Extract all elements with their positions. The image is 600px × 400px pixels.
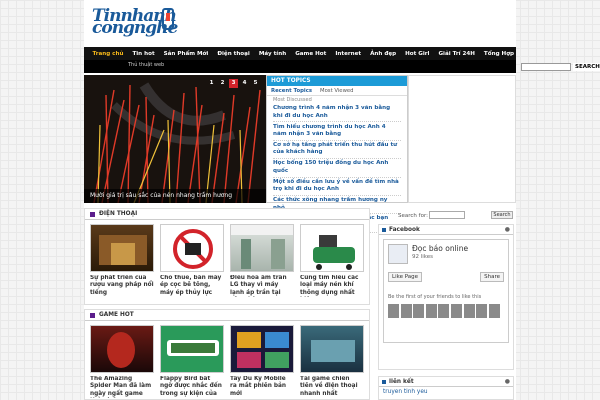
article-title[interactable]: Cùng tìm hiểu các loại máy nén khí thông… [300, 275, 364, 297]
slider-page-1[interactable]: 1 [207, 79, 216, 88]
avatar[interactable] [388, 304, 399, 318]
avatar[interactable] [425, 304, 437, 318]
subnav-item[interactable]: Thủ thuật web [128, 62, 164, 68]
right-ad-panel [408, 75, 516, 203]
page-likes: 92 likes [412, 254, 434, 260]
article-thumbnail[interactable] [160, 224, 224, 272]
page-logo[interactable] [388, 244, 408, 264]
sidebar-search-input[interactable] [429, 211, 465, 219]
list-item[interactable]: Học bổng 150 triệu đồng du học Anh quốc [273, 159, 401, 178]
hot-topics-title: HOT TOPICS [267, 76, 407, 86]
article-title[interactable]: Điều hòa âm trần LG thay vì máy lạnh áp … [230, 275, 294, 297]
article-card[interactable]: Tải game chiến tiên về điện thoại nhanh … [298, 325, 366, 398]
avatar[interactable] [450, 304, 462, 318]
article-card[interactable]: Flappy Bird bất ngờ được nhắc đến trong … [158, 325, 226, 398]
nav-internet[interactable]: Internet [335, 51, 361, 57]
article-title[interactable]: The Amazing Spider Man đã làm ngày ngất … [90, 376, 154, 398]
slider-image [84, 75, 266, 203]
section-dien-thoai: ĐIỆN THOẠI Sự phát triển của rượu vang p… [84, 208, 370, 305]
article-card[interactable]: Điều hòa âm trần LG thay vì máy lạnh áp … [228, 224, 296, 297]
article-card[interactable]: The Amazing Spider Man đã làm ngày ngất … [88, 325, 156, 398]
list-item[interactable]: Cơ sở hạ tầng phát triển thu hút đầu tư … [273, 141, 401, 160]
article-title[interactable]: Tây Du Ký Mobile ra mắt phiên bản mới [230, 376, 294, 398]
links-widget: liên kết ● truyen tinh yeu [378, 376, 514, 400]
search-label: Search for: [398, 213, 428, 219]
main-nav: Trang chủ Tin hot Sản Phẩm Mới Điện thoạ… [84, 47, 516, 60]
featured-slider[interactable]: 1 2 3 4 5 Mười giá trị sâu sắc của nén n… [84, 75, 266, 203]
list-item[interactable]: Tìm hiểu chương trình du học Anh 4 năm n… [273, 122, 401, 141]
close-icon[interactable]: ● [505, 225, 510, 235]
nav-game-hot[interactable]: Game Hot [295, 51, 326, 57]
list-item[interactable]: Chương trình 4 năm nhận 3 văn bằng khi đ… [273, 104, 401, 123]
slider-page-5[interactable]: 5 [251, 79, 260, 88]
nav-home[interactable]: Trang chủ [93, 51, 124, 57]
section-game-hot: GAME HOT The Amazing Spider Man đã làm n… [84, 309, 370, 400]
sidebar-search: Search for: Search [376, 210, 516, 221]
avatar[interactable] [488, 304, 500, 318]
link-item[interactable]: truyen tinh yeu [379, 387, 513, 397]
avatar[interactable] [413, 304, 425, 318]
article-thumbnail[interactable] [230, 224, 294, 272]
hot-topics-box: HOT TOPICS Recent Topics Most Viewed Mos… [266, 75, 408, 233]
slider-page-2[interactable]: 2 [218, 79, 227, 88]
tab-most-discussed[interactable]: Most Discussed [267, 96, 407, 104]
close-icon[interactable]: ● [505, 377, 510, 387]
article-title[interactable]: Sự phát triển của rượu vang pháp nổi tiế… [90, 275, 154, 297]
nav-hot-girl[interactable]: Hot Girl [405, 51, 429, 57]
article-thumbnail[interactable] [230, 325, 294, 373]
friends-text: Be the first of your friends to like thi… [388, 294, 482, 300]
article-card[interactable]: Sự phát triển của rượu vang pháp nổi tiế… [88, 224, 156, 297]
links-widget-header: liên kết ● [379, 377, 513, 387]
article-title[interactable]: Cho thuê, bán máy ép cọc bê tông, máy ép… [160, 275, 224, 297]
facebook-widget: Facebook ● Đọc báo online 92 likes Like … [378, 224, 514, 370]
avatar[interactable] [400, 304, 412, 318]
friend-avatars [388, 304, 501, 318]
article-card[interactable]: Cùng tìm hiểu các loại máy nén khí thông… [298, 224, 366, 297]
article-card[interactable]: Cho thuê, bán máy ép cọc bê tông, máy ép… [158, 224, 226, 297]
search-button[interactable]: SEARCH [573, 63, 600, 71]
nav-tin-hot[interactable]: Tin hot [132, 51, 154, 57]
section-title[interactable]: ĐIỆN THOẠI [85, 209, 369, 220]
avatar[interactable] [438, 304, 450, 318]
phone-icon [162, 8, 174, 30]
section-title[interactable]: GAME HOT [85, 310, 369, 321]
nav-may-tinh[interactable]: Máy tính [259, 51, 286, 57]
hot-topics-tabs: Recent Topics Most Viewed [267, 86, 407, 96]
nav-anh-dep[interactable]: Ảnh đẹp [370, 51, 396, 57]
facebook-widget-header: Facebook ● [379, 225, 513, 235]
facebook-page-plugin: Đọc báo online 92 likes Like Page Share … [383, 239, 509, 343]
nav-dien-thoai[interactable]: Điện thoại [217, 51, 250, 57]
list-item[interactable]: Một số điều cần lưu ý về vấn đề tìm nhà … [273, 178, 401, 196]
slider-page-4[interactable]: 4 [240, 79, 249, 88]
tab-recent-topics[interactable]: Recent Topics [271, 88, 312, 95]
avatar[interactable] [463, 304, 475, 318]
nav-giai-tri[interactable]: Giải Trí 24H [438, 51, 474, 57]
article-thumbnail[interactable] [300, 224, 364, 272]
nav-tong-hop[interactable]: Tổng Hợp [484, 51, 514, 57]
like-page-button[interactable]: Like Page [388, 272, 423, 282]
page-name[interactable]: Đọc báo online [412, 244, 468, 253]
article-title[interactable]: Flappy Bird bất ngờ được nhắc đến trong … [160, 376, 224, 398]
share-button[interactable]: Share [480, 272, 504, 282]
avatar[interactable] [476, 304, 488, 318]
slider-page-3[interactable]: 3 [229, 79, 238, 88]
slider-caption[interactable]: Mười giá trị sâu sắc của nén nhang trầm … [84, 189, 266, 203]
article-thumbnail[interactable] [90, 224, 154, 272]
links-title: liên kết [389, 379, 414, 385]
sidebar-search-button[interactable]: Search [491, 211, 513, 219]
article-card[interactable]: Tây Du Ký Mobile ra mắt phiên bản mới [228, 325, 296, 398]
nav-san-pham-moi[interactable]: Sản Phẩm Mới [164, 51, 209, 57]
article-title[interactable]: Tải game chiến tiên về điện thoại nhanh … [300, 376, 364, 398]
facebook-title: Facebook [389, 227, 420, 233]
slider-pager: 1 2 3 4 5 [205, 79, 260, 88]
tab-most-viewed[interactable]: Most Viewed [320, 88, 354, 95]
sub-nav: Thủ thuật web SEARCH [84, 60, 600, 73]
article-thumbnail[interactable] [90, 325, 154, 373]
article-thumbnail[interactable] [160, 325, 224, 373]
search-input[interactable] [521, 63, 571, 71]
article-thumbnail[interactable] [300, 325, 364, 373]
